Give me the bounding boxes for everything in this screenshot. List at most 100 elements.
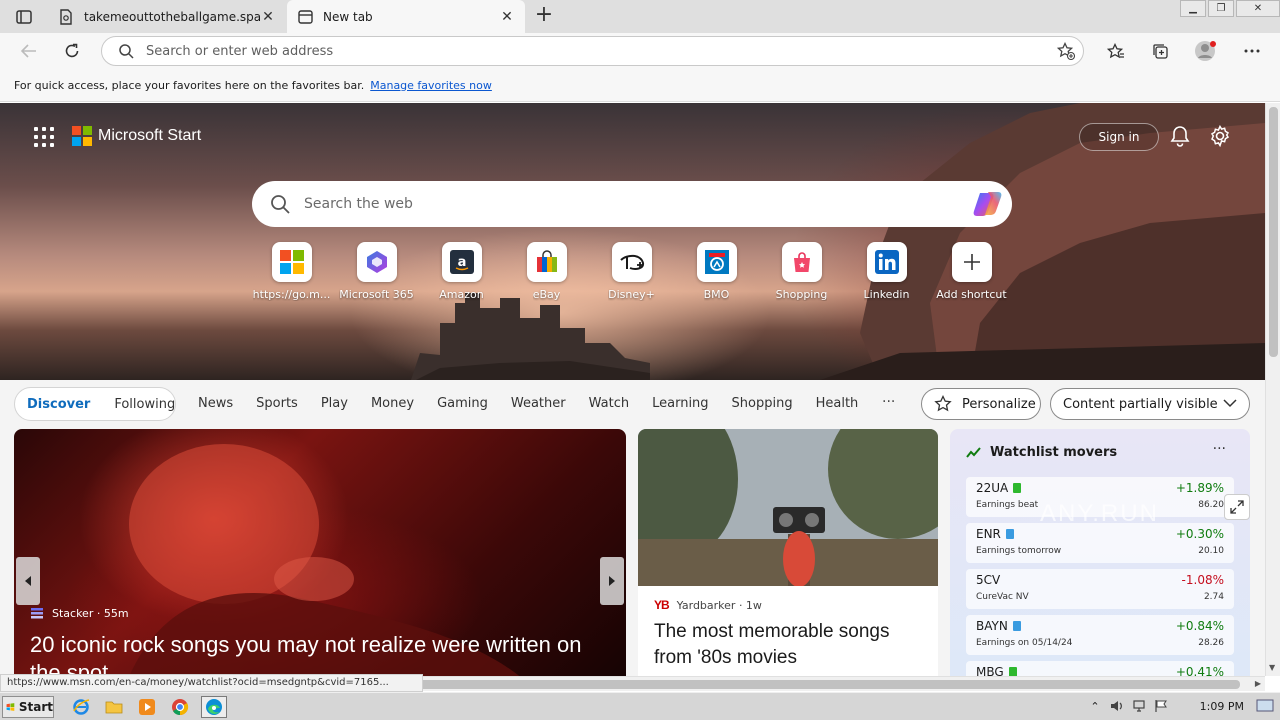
restore-button[interactable]: ❐ [1208, 0, 1234, 17]
address-bar[interactable] [101, 36, 1084, 66]
favorites-button[interactable] [1101, 37, 1131, 65]
vertical-scrollbar[interactable]: ▼ [1265, 103, 1280, 676]
tab-actions-button[interactable] [10, 6, 38, 28]
watchlist-movers-widget: Watchlist movers ··· 22UA Earnings beat … [950, 429, 1250, 676]
watchlist-more-button[interactable]: ··· [1213, 441, 1226, 457]
ticker-symbol: 5CV [976, 573, 1001, 587]
minimize-button[interactable]: ▁ [1180, 0, 1206, 17]
address-input[interactable] [146, 43, 1026, 59]
nav-more-button[interactable]: ··· [882, 394, 895, 410]
article-headline[interactable]: The most memorable songs from '80s movie… [654, 619, 926, 671]
taskbar-edge[interactable] [201, 696, 227, 718]
back-button[interactable] [14, 37, 44, 65]
shortcut-label: https://go.m... [252, 288, 331, 301]
shortcut-amazon[interactable]: a Amazon [419, 242, 504, 301]
favorites-bar: For quick access, place your favorites h… [0, 69, 1280, 102]
scroll-down-arrow-icon[interactable]: ▼ [1269, 663, 1275, 672]
profile-avatar-icon [1195, 41, 1216, 61]
copilot-icon[interactable] [972, 189, 1004, 219]
microsoft-start-logo[interactable]: Microsoft Start [72, 126, 201, 146]
tab-new-tab[interactable]: New tab ✕ [287, 0, 525, 33]
article-headline[interactable]: 20 iconic rock songs you may not realize… [30, 631, 610, 676]
content-visibility-label: Content partially visible [1063, 396, 1218, 412]
taskbar-media-player[interactable] [134, 696, 160, 718]
show-desktop-icon[interactable] [1256, 699, 1274, 713]
shortcut-ebay[interactable]: eBay [504, 242, 589, 301]
personalize-label: Personalize [962, 396, 1036, 412]
nav-sports[interactable]: Sports [256, 396, 298, 411]
shortcut-go-m[interactable]: https://go.m... [249, 242, 334, 301]
shortcut-microsoft-365[interactable]: Microsoft 365 [334, 242, 419, 301]
yardbarker-logo-icon: YB [654, 598, 670, 612]
taskbar-explorer[interactable] [101, 696, 127, 718]
tab-following[interactable]: Following [114, 397, 175, 412]
note-badge-icon [1012, 621, 1021, 631]
sign-in-button[interactable]: Sign in [1079, 123, 1159, 151]
shortcut-disney-plus[interactable]: Disney+ [589, 242, 674, 301]
scroll-right-arrow-icon[interactable]: ▶ [1255, 679, 1261, 688]
nav-weather[interactable]: Weather [511, 396, 566, 411]
tab-close-icon[interactable]: ✕ [499, 9, 515, 25]
news-card[interactable]: YB Yardbarker · 1w The most memorable so… [638, 429, 938, 676]
tab-discover[interactable]: Discover [27, 397, 90, 412]
tray-expand-icon[interactable]: ⌃ [1086, 697, 1104, 715]
refresh-button[interactable] [57, 37, 87, 65]
shortcut-add[interactable]: Add shortcut [929, 242, 1014, 301]
shortcut-label: Microsoft 365 [339, 288, 414, 301]
scrollbar-thumb[interactable] [1269, 107, 1278, 357]
new-tab-page: Microsoft Start Sign in Search the web h… [0, 103, 1265, 676]
shortcut-linkedin[interactable]: Linkedin [844, 242, 929, 301]
hero-news-card[interactable]: Stacker · 55m 20 iconic rock songs you m… [14, 429, 626, 676]
nav-news[interactable]: News [198, 396, 233, 411]
personalize-button[interactable]: Personalize [921, 388, 1041, 420]
nav-gaming[interactable]: Gaming [437, 396, 488, 411]
page-settings-gear-icon[interactable] [1209, 124, 1231, 150]
manage-favorites-link[interactable]: Manage favorites now [370, 79, 492, 92]
ticker-subtitle: Earnings tomorrow [976, 546, 1062, 556]
collections-button[interactable] [1145, 37, 1175, 65]
watchlist-row[interactable]: BAYN Earnings on 05/14/24 +0.84% 28.26 [966, 615, 1234, 655]
apps-launcher-icon[interactable] [34, 127, 54, 147]
watchlist-row[interactable]: ENR Earnings tomorrow +0.30% 20.10 [966, 523, 1234, 563]
new-tab-button[interactable]: + [532, 4, 556, 28]
volume-icon[interactable] [1108, 697, 1126, 715]
nav-health[interactable]: Health [816, 396, 859, 411]
nav-watch[interactable]: Watch [589, 396, 629, 411]
windows-logo-icon [271, 242, 312, 282]
personalize-star-icon [934, 395, 952, 412]
carousel-next-button[interactable] [600, 557, 624, 605]
chevron-left-icon [25, 576, 31, 586]
nav-shopping[interactable]: Shopping [732, 396, 793, 411]
tab-takemeout[interactable]: takemeouttotheballgame.space ✕ [48, 0, 286, 33]
web-search-box[interactable] [252, 181, 1012, 227]
taskbar-clock[interactable]: 1:09 PM [1200, 700, 1244, 713]
shortcut-bmo[interactable]: BMO [674, 242, 759, 301]
expand-widget-button[interactable] [1224, 494, 1250, 520]
notifications-bell-icon[interactable] [1170, 125, 1190, 150]
search-icon [119, 44, 134, 59]
watchlist-row[interactable]: MBG +0.41% [966, 661, 1234, 676]
chrome-icon [172, 699, 189, 716]
tab-close-icon[interactable]: ✕ [260, 9, 276, 25]
add-favorite-icon[interactable] [1056, 41, 1076, 63]
close-window-button[interactable]: ✕ [1236, 0, 1280, 17]
network-icon[interactable] [1130, 697, 1148, 715]
start-button[interactable]: Start [2, 696, 54, 718]
watchlist-row[interactable]: 5CV CureVac NV -1.08% 2.74 [966, 569, 1234, 609]
nav-play[interactable]: Play [321, 396, 348, 411]
settings-and-more-button[interactable] [1237, 37, 1267, 65]
profile-button[interactable] [1191, 37, 1221, 65]
shortcut-shopping[interactable]: Shopping [759, 242, 844, 301]
taskbar-ie[interactable] [68, 696, 94, 718]
carousel-prev-button[interactable] [16, 557, 40, 605]
shortcuts-row: https://go.m... Microsoft 365 a Amazon e… [249, 242, 1014, 301]
web-search-input[interactable] [304, 196, 944, 212]
nav-learning[interactable]: Learning [652, 396, 708, 411]
article-source: YB Yardbarker · 1w [654, 598, 762, 612]
taskbar-chrome[interactable] [167, 696, 193, 718]
action-center-flag-icon[interactable] [1152, 697, 1170, 715]
nav-money[interactable]: Money [371, 396, 414, 411]
content-visibility-dropdown[interactable]: Content partially visible [1050, 388, 1250, 420]
ticker-symbol: ENR [976, 527, 1001, 541]
article-source-text: Stacker · 55m [52, 606, 129, 620]
